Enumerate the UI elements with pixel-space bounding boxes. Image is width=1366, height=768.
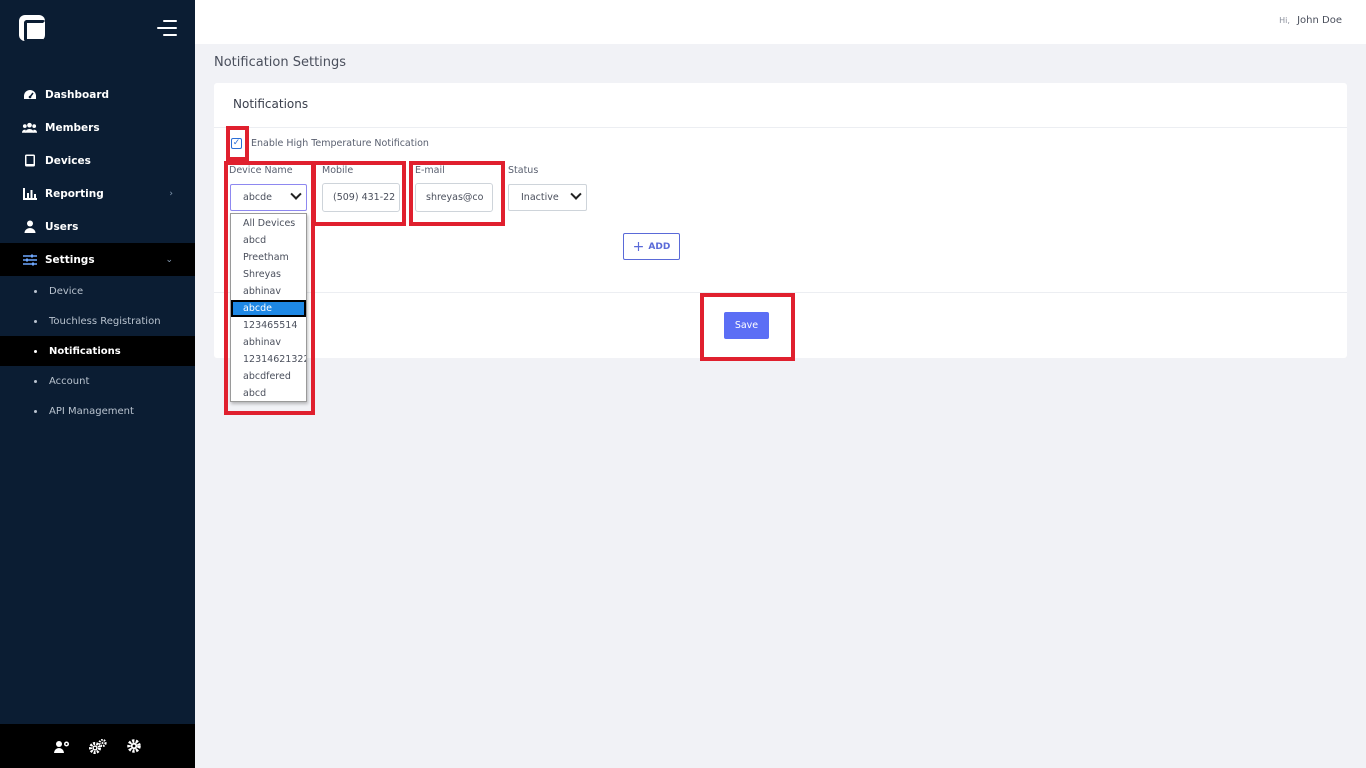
dropdown-option[interactable]: abcd [231,385,306,402]
sidebar-item-label: Members [45,121,100,134]
save-button[interactable]: Save [724,312,769,339]
mobile-value: (509) 431-22 [333,192,396,203]
sidebar-subitem-label: API Management [49,405,134,417]
app-logo[interactable] [19,15,46,42]
sidebar-footer [0,724,195,768]
enable-notification-label: Enable High Temperature Notification [251,138,429,149]
user-name: John Doe [1297,15,1342,26]
device-name-select[interactable]: abcde [230,184,307,211]
dropdown-option[interactable]: 123465514 [231,317,306,334]
divider [214,292,1347,293]
chevron-down-icon [290,188,302,200]
user-greeting[interactable]: Hi, John Doe [1279,15,1342,26]
sidebar-item-label: Devices [45,154,91,167]
sidebar-item-label: Users [45,220,79,233]
sidebar-subitem-label: Touchless Registration [49,315,161,327]
sidebar-item-label: Dashboard [45,88,110,101]
dropdown-option[interactable]: All Devices [231,215,306,232]
device-name-value: abcde [243,192,272,203]
greeting-prefix: Hi, [1279,16,1290,25]
dropdown-option[interactable]: abhinav [231,334,306,351]
members-icon [22,120,37,135]
add-button-label: ADD [648,241,671,252]
sidebar-subitem-touchless-registration[interactable]: Touchless Registration [0,306,195,336]
dropdown-option[interactable]: abcd [231,232,306,249]
page-title: Notification Settings [214,55,347,70]
menu-toggle-icon[interactable] [157,20,177,36]
sidebar-item-users[interactable]: Users [0,210,195,243]
sidebar: Dashboard Members Devices Reporting › Us… [0,0,195,768]
settings-sliders-icon [22,252,37,267]
sidebar-item-reporting[interactable]: Reporting › [0,177,195,210]
dropdown-option[interactable]: abhinav [231,283,306,300]
sidebar-item-members[interactable]: Members [0,111,195,144]
dropdown-option[interactable]: abcdfered [231,368,306,385]
dropdown-option[interactable]: Preetham [231,249,306,266]
enable-notification-checkbox[interactable]: ✓ [231,138,242,149]
plus-icon: + [632,238,645,255]
email-label: E-mail [415,165,445,176]
sidebar-subitem-label: Device [49,285,84,297]
dropdown-option[interactable]: Shreyas [231,266,306,283]
card-title: Notifications [233,97,309,111]
cogs-icon[interactable] [88,738,107,754]
status-value: Inactive [521,192,559,203]
sidebar-item-settings[interactable]: Settings ⌄ [0,243,195,276]
notifications-card: Notifications ✓ Enable High Temperature … [214,83,1347,358]
dropdown-option[interactable]: 12314621322 [231,351,306,368]
sidebar-nav: Dashboard Members Devices Reporting › Us… [0,78,195,426]
sidebar-item-dashboard[interactable]: Dashboard [0,78,195,111]
mobile-input[interactable]: (509) 431-22 [322,183,400,212]
top-header: Hi, John Doe [195,0,1366,44]
divider [214,127,1347,128]
sidebar-subitem-device[interactable]: Device [0,276,195,306]
sidebar-subitem-account[interactable]: Account [0,366,195,396]
chevron-right-icon: › [169,188,173,199]
chevron-down-icon: ⌄ [165,254,173,265]
sidebar-subitem-label: Notifications [49,345,121,357]
sidebar-item-label: Settings [45,253,95,266]
reporting-icon [22,186,37,201]
enable-notification-row: ✓ Enable High Temperature Notification [231,138,429,149]
dashboard-icon [22,87,37,102]
add-button[interactable]: + ADD [623,233,680,260]
mobile-label: Mobile [322,165,354,176]
email-value: shreyas@co [426,192,484,203]
device-name-dropdown-list: All Devices abcd Preetham Shreyas abhina… [230,213,307,402]
sidebar-subitem-api-management[interactable]: API Management [0,396,195,426]
sidebar-subitem-label: Account [49,375,90,387]
user-icon [22,219,37,234]
sidebar-item-label: Reporting [45,187,104,200]
devices-icon [22,153,37,168]
user-settings-icon[interactable] [53,738,71,754]
email-input[interactable]: shreyas@co [415,183,493,212]
gear-icon[interactable] [125,738,143,754]
sidebar-subitem-notifications[interactable]: Notifications [0,336,195,366]
device-name-label: Device Name [229,165,293,176]
chevron-down-icon [570,188,582,200]
status-label: Status [508,165,539,176]
status-select[interactable]: Inactive [508,184,587,211]
sidebar-item-devices[interactable]: Devices [0,144,195,177]
dropdown-option-selected[interactable]: abcde [231,300,306,317]
